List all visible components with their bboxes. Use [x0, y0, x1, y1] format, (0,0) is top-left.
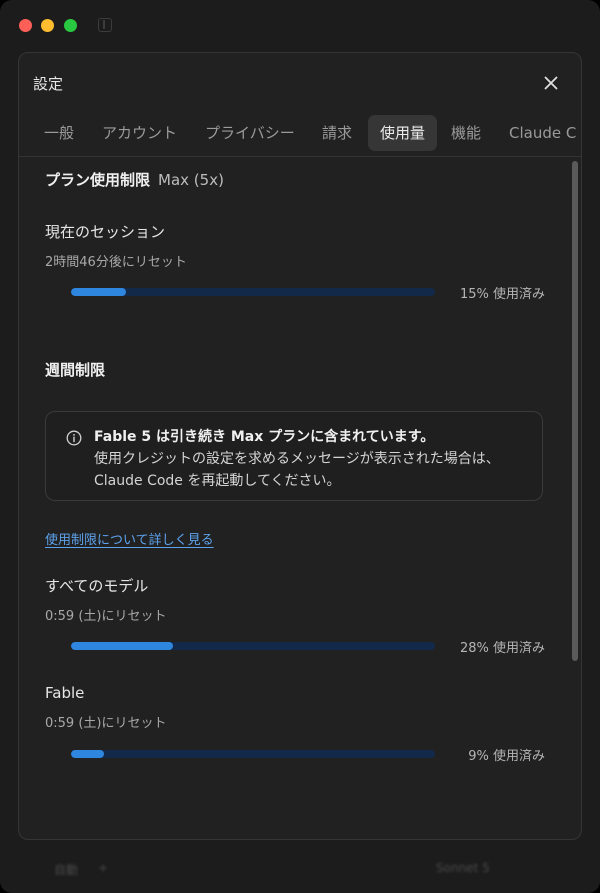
mode-selector[interactable]: 自動	[54, 861, 78, 878]
weekly-limit-heading: 週間制限	[45, 361, 106, 379]
fable-label: Fable	[45, 684, 85, 702]
composer-bar: 自動 + Sonnet 5	[0, 845, 600, 893]
fable-progress-bar	[71, 750, 435, 758]
all-models-reset-text: 0:59 (土)にリセット	[45, 609, 167, 624]
learn-more-link[interactable]: 使用制限について詳しく見る	[45, 529, 214, 548]
title-bar	[0, 0, 600, 52]
tab-features[interactable]: 機能	[439, 115, 493, 151]
zoom-window-button[interactable]	[64, 19, 77, 32]
fable-used-text: 9% 使用済み	[468, 749, 545, 764]
plan-usage-heading: プラン使用制限 Max (5x)	[45, 169, 224, 190]
scrollbar[interactable]	[572, 161, 578, 661]
fable-progress-fill	[71, 750, 104, 758]
info-notice: Fable 5 は引き続き Max プランに含まれています。 使用クレジットの設…	[45, 411, 543, 501]
tab-general[interactable]: 一般	[32, 115, 86, 151]
notice-title: Fable 5 は引き続き Max プランに含まれています。	[94, 429, 435, 445]
notice-body: 使用クレジットの設定を求めるメッセージが表示された場合は、Claude Code…	[94, 451, 500, 489]
plan-name: Max (5x)	[158, 171, 224, 189]
tab-privacy[interactable]: プライバシー	[193, 115, 307, 151]
model-selector[interactable]: Sonnet 5	[436, 861, 490, 875]
close-window-button[interactable]	[19, 19, 32, 32]
usage-panel: プラン使用制限 Max (5x) 現在のセッション 2時間46分後にリセット 15…	[19, 158, 581, 839]
session-reset-text: 2時間46分後にリセット	[45, 255, 187, 270]
fable-reset-text: 0:59 (土)にリセット	[45, 716, 167, 731]
all-models-used-text: 28% 使用済み	[459, 641, 545, 656]
plus-button[interactable]: +	[98, 861, 108, 875]
all-models-progress-fill	[71, 642, 173, 650]
plan-usage-title: プラン使用制限	[45, 171, 151, 189]
tab-claude-code[interactable]: Claude C	[497, 115, 581, 151]
session-progress-fill	[71, 288, 126, 296]
sidebar-toggle-icon[interactable]	[98, 18, 112, 32]
all-models-progress-bar	[71, 642, 435, 650]
tab-account[interactable]: アカウント	[90, 115, 189, 151]
settings-dialog: 設定 一般 アカウント プライバシー 請求 使用量 機能 Claude C プラ…	[18, 52, 582, 840]
dialog-title: 設定	[33, 75, 64, 93]
tab-billing[interactable]: 請求	[310, 115, 364, 151]
tab-usage[interactable]: 使用量	[368, 115, 438, 151]
info-icon	[66, 430, 82, 446]
settings-tabs: 一般 アカウント プライバシー 請求 使用量 機能 Claude C	[19, 114, 581, 157]
close-icon	[544, 76, 558, 90]
app-window: 自動 + Sonnet 5 設定 一般 アカウント プライバシー 請求 使用量 …	[0, 0, 600, 893]
close-button[interactable]	[537, 69, 565, 97]
session-label: 現在のセッション	[45, 223, 166, 241]
session-progress-bar	[71, 288, 435, 296]
all-models-label: すべてのモデル	[45, 577, 149, 595]
session-used-text: 15% 使用済み	[459, 287, 545, 302]
minimize-window-button[interactable]	[41, 19, 54, 32]
